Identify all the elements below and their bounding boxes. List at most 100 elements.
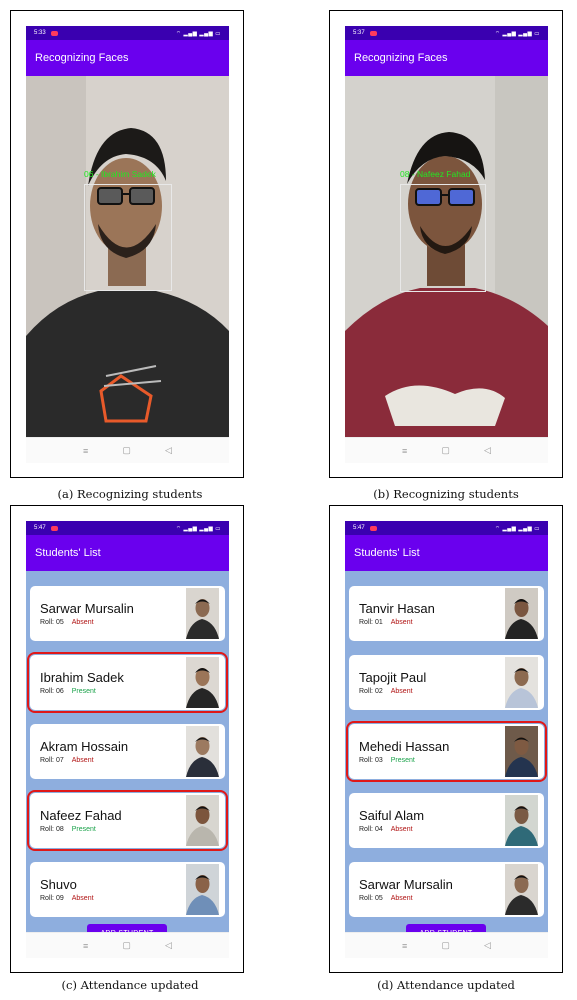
student-card[interactable]: Tanvir Hasan Roll: 01 Absent — [349, 586, 544, 641]
app-bar-title: Students' List — [345, 535, 548, 571]
caption-d: (d) Attendance updated — [377, 978, 515, 992]
student-card[interactable]: Nafeez Fahad Roll: 08 Present — [27, 790, 228, 851]
student-photo — [186, 588, 219, 639]
status-bar: 5:47 ⌔ ▂▄▆ ▂▄▆ ▭ — [26, 521, 229, 535]
student-name: Shuvo — [40, 877, 77, 892]
student-card[interactable]: Shuvo Roll: 09 Absent — [30, 862, 225, 917]
face-detection-box — [400, 184, 486, 292]
student-meta: Roll: 02 Absent — [359, 688, 413, 695]
recording-icon — [50, 525, 58, 531]
student-name: Ibrahim Sadek — [40, 670, 124, 685]
recording-icon — [369, 525, 377, 531]
signal-icon: ⌔ ▂▄▆ ▂▄▆ ▭ — [175, 525, 221, 532]
student-status: Absent — [390, 619, 413, 626]
student-photo — [186, 795, 219, 846]
panel-a-frame: 5:33 ⌔ ▂▄▆ ▂▄▆ ▭ Recognizing Faces 06 - … — [10, 10, 244, 478]
menu-icon[interactable]: ≡ — [402, 446, 407, 456]
status-bar: 5:33 ⌔ ▂▄▆ ▂▄▆ ▭ — [26, 26, 229, 40]
students-list[interactable]: Tanvir Hasan Roll: 01 Absent Tapojit Paul… — [345, 571, 548, 932]
status-time: 5:47 — [353, 525, 365, 531]
student-meta: Roll: 04 Absent — [359, 826, 413, 833]
phone-screen: 5:47 ⌔ ▂▄▆ ▂▄▆ ▭ Students' List Sarwar M… — [26, 521, 229, 958]
phone-screen: 5:33 ⌔ ▂▄▆ ▂▄▆ ▭ Recognizing Faces 06 - … — [26, 26, 229, 463]
student-status: Present — [390, 757, 415, 764]
app-bar-title: Students' List — [26, 535, 229, 571]
student-meta: Roll: 05 Absent — [40, 619, 94, 626]
app-bar-title: Recognizing Faces — [345, 40, 548, 76]
student-roll: Roll: 04 — [359, 826, 383, 833]
status-bar: 5:37 ⌔ ▂▄▆ ▂▄▆ ▭ — [345, 26, 548, 40]
student-card[interactable]: Akram Hossain Roll: 07 Absent — [30, 724, 225, 779]
panel-c-frame: 5:47 ⌔ ▂▄▆ ▂▄▆ ▭ Students' List Sarwar M… — [10, 505, 244, 973]
student-photo — [186, 726, 219, 777]
student-card[interactable]: Saiful Alam Roll: 04 Absent — [349, 793, 544, 848]
student-photo — [505, 864, 538, 915]
student-status: Present — [71, 688, 96, 695]
student-roll: Roll: 07 — [40, 757, 64, 764]
student-meta: Roll: 06 Present — [40, 688, 96, 695]
back-icon[interactable]: ◁ — [484, 940, 491, 951]
camera-preview: 08 - Nafeez Fahad — [345, 76, 548, 437]
student-roll: Roll: 03 — [359, 757, 383, 764]
students-list[interactable]: Sarwar Mursalin Roll: 05 Absent Ibrahim S… — [26, 571, 229, 932]
student-photo — [505, 588, 538, 639]
student-roll: Roll: 05 — [359, 895, 383, 902]
student-roll: Roll: 09 — [40, 895, 64, 902]
student-status: Absent — [390, 895, 413, 902]
home-icon[interactable]: ▢ — [122, 445, 131, 456]
student-roll: Roll: 01 — [359, 619, 383, 626]
caption-c: (c) Attendance updated — [61, 978, 199, 992]
app-bar-title: Recognizing Faces — [26, 40, 229, 76]
student-meta: Roll: 07 Absent — [40, 757, 94, 764]
menu-icon[interactable]: ≡ — [83, 941, 88, 951]
recording-icon — [369, 30, 377, 36]
status-time: 5:33 — [34, 30, 46, 36]
menu-icon[interactable]: ≡ — [402, 941, 407, 951]
student-photo — [186, 657, 219, 708]
student-status: Absent — [71, 757, 94, 764]
student-photo — [505, 726, 538, 777]
student-name: Tanvir Hasan — [359, 601, 435, 616]
student-card[interactable]: Sarwar Mursalin Roll: 05 Absent — [349, 862, 544, 917]
student-name: Nafeez Fahad — [40, 808, 122, 823]
signal-icon: ⌔ ▂▄▆ ▂▄▆ ▭ — [494, 30, 540, 37]
student-status: Present — [71, 826, 96, 833]
student-name: Akram Hossain — [40, 739, 129, 754]
student-name: Tapojit Paul — [359, 670, 427, 685]
student-status: Absent — [390, 826, 413, 833]
student-meta: Roll: 09 Absent — [40, 895, 94, 902]
nav-bar: ≡ ▢ ◁ — [26, 437, 229, 463]
panel-b-frame: 5:37 ⌔ ▂▄▆ ▂▄▆ ▭ Recognizing Faces 08 - … — [329, 10, 563, 478]
back-icon[interactable]: ◁ — [165, 940, 172, 951]
status-time: 5:47 — [34, 525, 46, 531]
student-card[interactable]: Mehedi Hassan Roll: 03 Present — [346, 721, 547, 782]
signal-icon: ⌔ ▂▄▆ ▂▄▆ ▭ — [175, 30, 221, 37]
student-name: Mehedi Hassan — [359, 739, 450, 754]
recording-icon — [50, 30, 58, 36]
student-status: Absent — [71, 895, 94, 902]
student-card[interactable]: Tapojit Paul Roll: 02 Absent — [349, 655, 544, 710]
menu-icon[interactable]: ≡ — [83, 446, 88, 456]
student-meta: Roll: 01 Absent — [359, 619, 413, 626]
nav-bar: ≡ ▢ ◁ — [26, 932, 229, 958]
home-icon[interactable]: ▢ — [122, 940, 131, 951]
back-icon[interactable]: ◁ — [165, 445, 172, 456]
home-icon[interactable]: ▢ — [441, 940, 450, 951]
face-label: 06 - Ibrahim Sadek — [84, 169, 156, 179]
status-bar: 5:47 ⌔ ▂▄▆ ▂▄▆ ▭ — [345, 521, 548, 535]
back-icon[interactable]: ◁ — [484, 445, 491, 456]
student-card[interactable]: Sarwar Mursalin Roll: 05 Absent — [30, 586, 225, 641]
phone-screen: 5:47 ⌔ ▂▄▆ ▂▄▆ ▭ Students' List Tanvir H… — [345, 521, 548, 958]
face-detection-box — [84, 184, 172, 291]
signal-icon: ⌔ ▂▄▆ ▂▄▆ ▭ — [494, 525, 540, 532]
student-roll: Roll: 06 — [40, 688, 64, 695]
student-card[interactable]: Ibrahim Sadek Roll: 06 Present — [27, 652, 228, 713]
student-photo — [505, 795, 538, 846]
home-icon[interactable]: ▢ — [441, 445, 450, 456]
student-name: Saiful Alam — [359, 808, 425, 823]
student-meta: Roll: 03 Present — [359, 757, 415, 764]
student-meta: Roll: 05 Absent — [359, 895, 413, 902]
caption-a: (a) Recognizing students — [57, 487, 203, 501]
student-roll: Roll: 08 — [40, 826, 64, 833]
shirt — [26, 291, 229, 437]
